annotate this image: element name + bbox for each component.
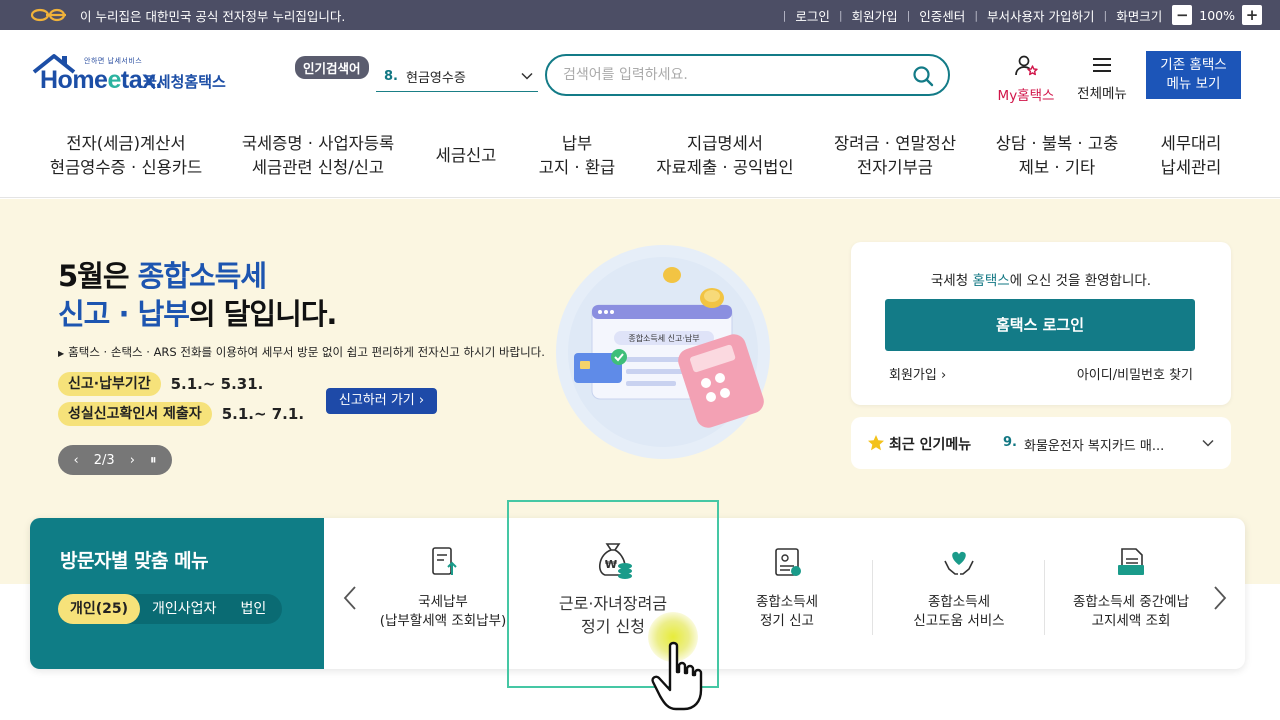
search-input[interactable] bbox=[563, 64, 903, 86]
site-header: 안하면 납세서비스 Homeetax. 국세청홈택스 인기검색어 8. 현금영수… bbox=[0, 30, 1280, 122]
banner-next-button[interactable]: › bbox=[130, 453, 135, 468]
service-income-tax-filing[interactable]: 종합소득세 정기 신고 bbox=[702, 545, 872, 631]
star-icon bbox=[868, 435, 884, 451]
popular-search-badge: 인기검색어 bbox=[295, 56, 369, 79]
service-interim-prepayment[interactable]: 종합소득세 중간예납 고지세액 조회 bbox=[1046, 545, 1216, 631]
hometax-login-button[interactable]: 홈택스 로그인 bbox=[885, 299, 1195, 351]
filing-period: 신고·납부기간 5.1.~ 5.31. bbox=[58, 372, 263, 396]
find-id-password-link[interactable]: 아이디/비밀번호 찾기 bbox=[1077, 364, 1193, 383]
tab-individual[interactable]: 개인(25) bbox=[58, 594, 141, 624]
banner-pause-button[interactable]: ⏸ bbox=[150, 453, 157, 468]
recent-menu-title: 최근 인기메뉴 bbox=[889, 437, 972, 453]
pointer-hand-icon bbox=[651, 641, 703, 711]
visitor-type-tabs: 개인(25) 개인사업자 법인 bbox=[58, 594, 283, 624]
zoom-out-button[interactable]: − bbox=[1172, 5, 1193, 25]
search-icon[interactable] bbox=[912, 65, 934, 87]
user-star-icon bbox=[1015, 55, 1038, 76]
tab-corporation[interactable]: 법인 bbox=[228, 594, 278, 624]
tax-filing-illustration: 종합소득세 신고·납부 bbox=[556, 245, 770, 459]
visitor-menu-title: 방문자별 맞춤 메뉴 bbox=[60, 550, 209, 572]
welcome-text: 국세청 홈택스에 오신 것을 환영합니다. bbox=[930, 273, 1152, 289]
login-card: 국세청 홈택스에 오신 것을 환영합니다. 홈택스 로그인 회원가입 › 아이디… bbox=[851, 242, 1231, 405]
visitor-menu-panel: 방문자별 맞춤 메뉴 개인(25) 개인사업자 법인 bbox=[30, 518, 324, 669]
nav-payment[interactable]: 납부 고지 · 환급 bbox=[539, 132, 615, 180]
nav-consult-appeal[interactable]: 상담 · 불복 · 고충 제보 · 기타 bbox=[996, 132, 1119, 180]
popular-search-term: 현금영수증 bbox=[405, 71, 466, 86]
login-link[interactable]: 로그인 bbox=[795, 6, 830, 25]
service-income-tax-help[interactable]: 종합소득세 신고도움 서비스 bbox=[874, 545, 1044, 631]
divider bbox=[1044, 560, 1045, 635]
hero-title: 5월은 종합소득세 신고 · 납부의 달입니다. bbox=[58, 259, 337, 331]
nav-e-invoice[interactable]: 전자(세금)계산서 현금영수증 · 신용카드 bbox=[50, 132, 202, 180]
banner-pager: ‹ 2/3 › ⏸ bbox=[58, 445, 172, 475]
popular-search-rank: 8. bbox=[384, 69, 398, 84]
hamburger-icon bbox=[1093, 58, 1111, 72]
tax-doc-icon bbox=[432, 547, 457, 575]
illustration-label: 종합소득세 신고·납부 bbox=[628, 334, 699, 343]
legacy-menu-button[interactable]: 기존 홈택스 메뉴 보기 bbox=[1146, 51, 1241, 99]
search-box bbox=[545, 54, 950, 96]
filing-period-tag: 신고·납부기간 bbox=[58, 372, 161, 396]
dept-user-signup-link[interactable]: 부서사용자 가입하기 bbox=[987, 6, 1094, 25]
banner-prev-button[interactable]: ‹ bbox=[74, 453, 79, 468]
audit-period-value: 5.1.~ 7.1. bbox=[221, 405, 305, 423]
audit-period-tag: 성실신고확인서 제출자 bbox=[58, 402, 212, 426]
signup-link[interactable]: 회원가입 › bbox=[889, 364, 946, 383]
filing-period-value: 5.1.~ 5.31. bbox=[170, 375, 264, 393]
nav-certificate-registration[interactable]: 국세증명 · 사업자등록 세금관련 신청/신고 bbox=[242, 132, 394, 180]
gov-logo-icon bbox=[30, 8, 66, 22]
go-file-button[interactable]: 신고하러 가기 › bbox=[326, 388, 437, 414]
divider bbox=[872, 560, 873, 635]
gov-notice-text: 이 누리집은 대한민국 공식 전자정부 누리집입니다. bbox=[80, 8, 346, 24]
recent-popular-menu[interactable]: 최근 인기메뉴 9. 화물운전자 복지카드 매... bbox=[851, 417, 1231, 469]
legacy-menu-line1: 기존 홈택스 bbox=[1160, 57, 1227, 73]
document-icon bbox=[775, 548, 801, 576]
all-menu-button[interactable]: 전체메뉴 bbox=[1072, 54, 1132, 102]
banner-page-indicator: 2/3 bbox=[93, 452, 115, 468]
recent-menu-rank: 9. bbox=[1003, 435, 1017, 450]
signup-link[interactable]: 회원가입 bbox=[852, 6, 898, 25]
folder-doc-icon bbox=[1118, 548, 1144, 575]
svg-text:₩: ₩ bbox=[605, 558, 617, 571]
audit-period: 성실신고확인서 제출자 5.1.~ 7.1. bbox=[58, 402, 304, 426]
hometax-logo[interactable]: 안하면 납세서비스 Homeetax. 국세청홈택스 bbox=[32, 52, 242, 104]
gov-notice-bar: 이 누리집은 대한민국 공식 전자정부 누리집입니다. | 로그인 | 회원가입… bbox=[0, 0, 1280, 30]
hands-heart-icon bbox=[944, 551, 974, 575]
zoom-value: 100% bbox=[1199, 7, 1235, 23]
carousel-prev-arrow[interactable] bbox=[341, 585, 359, 611]
chevron-down-icon bbox=[521, 72, 533, 80]
logo-slogan: 안하면 납세서비스 bbox=[84, 57, 143, 65]
zoom-in-button[interactable]: + bbox=[1242, 5, 1262, 25]
chevron-down-icon bbox=[1202, 439, 1214, 447]
tab-sole-proprietor[interactable]: 개인사업자 bbox=[140, 594, 228, 624]
recent-menu-item: 화물운전자 복지카드 매... bbox=[1024, 439, 1165, 454]
money-bag-icon: ₩ bbox=[598, 543, 632, 579]
popular-search-dropdown[interactable]: 8. 현금영수증 bbox=[376, 62, 538, 92]
nav-tax-filing[interactable]: 세금신고 bbox=[436, 144, 497, 168]
main-nav: 전자(세금)계산서 현금영수증 · 신용카드 국세증명 · 사업자등록 세금관련 신… bbox=[0, 122, 1280, 198]
service-tax-payment[interactable]: 국세납부 (납부할세액 조회납부) bbox=[358, 545, 528, 631]
logo-korean-name: 국세청홈택스 bbox=[143, 73, 226, 91]
all-menu-label: 전체메뉴 bbox=[1077, 86, 1127, 102]
nav-tax-agent[interactable]: 세무대리 납세관리 bbox=[1161, 132, 1222, 180]
hero-description: ▶ 홈택스 · 손택스 · ARS 전화를 이용하여 세무서 방문 없이 쉽고 편… bbox=[58, 345, 545, 359]
legacy-menu-line2: 메뉴 보기 bbox=[1166, 76, 1221, 92]
my-hometax-button[interactable]: My홈택스 bbox=[993, 54, 1059, 104]
my-hometax-label: My홈택스 bbox=[997, 88, 1055, 104]
cert-center-link[interactable]: 인증센터 bbox=[919, 6, 965, 25]
nav-incentive-yearend[interactable]: 장려금 · 연말정산 전자기부금 bbox=[834, 132, 956, 180]
nav-payment-statement[interactable]: 지급명세서 자료제출 · 공익법인 bbox=[656, 132, 793, 180]
screen-size-label: 화면크기 bbox=[1116, 8, 1163, 24]
